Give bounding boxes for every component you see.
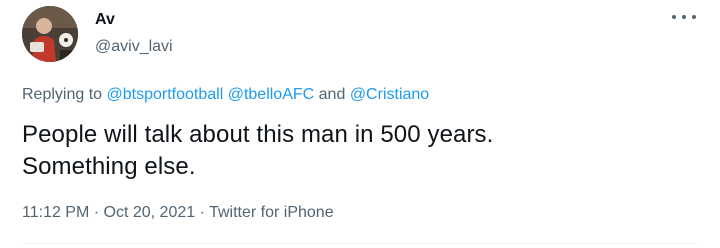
tweet-metadata: 11:12 PM · Oct 20, 2021 · Twitter for iP… [22,202,334,224]
tweet-text: People will talk about this man in 500 y… [22,119,493,183]
tweet-text-line: Something else. [22,153,196,180]
tweet-time[interactable]: 11:12 PM [22,204,89,221]
author-block: Av @aviv_lavi [95,10,173,57]
dot [672,15,676,19]
avatar[interactable] [22,6,78,62]
tweet-source[interactable]: Twitter for iPhone [209,204,334,221]
tweet: Av @aviv_lavi Replying to @btsportfootba… [0,0,720,248]
meta-separator: · [93,204,100,221]
replying-to: Replying to @btsportfootball @tbelloAFC … [22,84,429,106]
tweet-text-line: People will talk about this man in 500 y… [22,121,494,148]
more-options-icon[interactable] [672,10,696,24]
meta-separator: · [199,204,205,221]
tweet-date[interactable]: Oct 20, 2021 [104,204,196,221]
mention-link[interactable]: @Cristiano [350,86,429,103]
dot [692,15,696,19]
user-handle[interactable]: @aviv_lavi [95,37,173,57]
avatar-image [22,6,78,62]
display-name[interactable]: Av [95,10,173,30]
dot [682,15,686,19]
divider [22,243,698,244]
mention-link[interactable]: @btsportfootball [107,86,224,103]
replying-to-conjunction: and [318,86,346,103]
replying-to-label: Replying to [22,86,103,103]
mention-link[interactable]: @tbelloAFC [228,86,315,103]
